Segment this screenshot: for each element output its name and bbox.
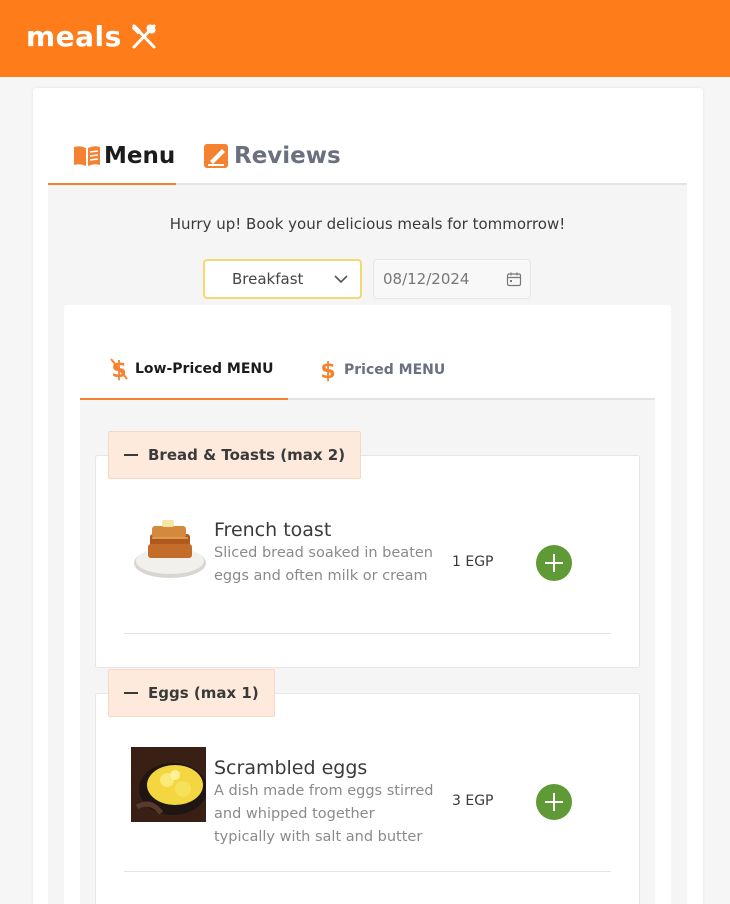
dollar-icon: $ — [320, 359, 335, 383]
chevron-down-icon — [334, 275, 348, 284]
item-price: 3 EGP — [452, 793, 494, 809]
tab-reviews-label: Reviews — [234, 143, 341, 169]
promo-text: Hurry up! Book your delicious meals for … — [169, 215, 566, 233]
collapse-icon — [124, 692, 138, 694]
collapse-icon — [124, 454, 138, 456]
category-title: Bread & Toasts (max 2) — [148, 446, 346, 464]
tab-menu[interactable]: Menu — [48, 128, 176, 185]
item-name: Scrambled eggs — [214, 757, 368, 779]
item-divider — [124, 871, 611, 872]
meal-type-value: Breakfast — [232, 270, 304, 288]
category-header[interactable]: Eggs (max 1) — [108, 669, 275, 717]
item-description: Sliced bread soaked in beaten eggs and o… — [214, 545, 433, 584]
brand-logo[interactable]: meals — [26, 20, 158, 53]
main-tabs: Menu Reviews — [48, 128, 687, 185]
tab-menu-label: Menu — [104, 142, 176, 169]
price-tabs: $ Low-Priced MENU $ Priced MENU — [80, 340, 655, 400]
item-price: 1 EGP — [452, 554, 494, 570]
item-description: A dish made from eggs stirred and whippe… — [214, 783, 434, 845]
add-item-button[interactable] — [536, 784, 572, 820]
calendar-icon[interactable] — [506, 271, 522, 287]
category-header[interactable]: Bread & Toasts (max 2) — [108, 431, 362, 479]
date-value: 08/12/2024 — [383, 270, 470, 288]
scrambled-eggs-image — [131, 747, 206, 822]
item-divider — [124, 633, 611, 634]
svg-text:$: $ — [320, 359, 335, 383]
tab-priced-label: Priced MENU — [344, 361, 446, 378]
tab-reviews[interactable]: Reviews — [202, 128, 341, 184]
pencil-icon — [204, 144, 228, 168]
fork-knife-icon — [131, 23, 156, 48]
date-input[interactable]: 08/12/2024 — [373, 259, 531, 299]
add-item-button[interactable] — [536, 545, 572, 581]
item-name: French toast — [214, 519, 332, 541]
tab-low-priced-label: Low-Priced MENU — [135, 361, 274, 377]
brand-name: meals — [26, 20, 122, 53]
tab-low-priced[interactable]: $ Low-Priced MENU — [80, 340, 288, 400]
category-title: Eggs (max 1) — [148, 684, 259, 702]
top-navbar: meals — [0, 0, 730, 77]
french-toast-image — [132, 508, 207, 583]
meal-type-select[interactable]: Breakfast — [203, 259, 362, 299]
tab-priced[interactable]: $ Priced MENU — [318, 340, 445, 399]
book-icon — [74, 145, 100, 166]
dollar-slash-icon: $ — [110, 358, 128, 382]
